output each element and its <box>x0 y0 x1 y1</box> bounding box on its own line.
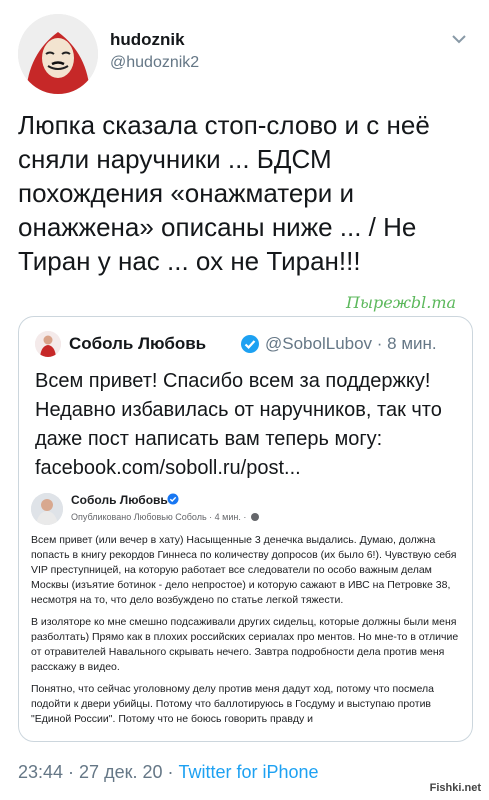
tweet-footer: 23:44 · 27 дек. 20 · Twitter for iPhone <box>18 762 319 783</box>
fb-paragraph: В изоляторе ко мне смешно подсаживали др… <box>31 616 459 673</box>
quoted-avatar <box>35 331 61 357</box>
fb-meta-text: Опубликовано Любовью Соболь · 4 мин. · <box>71 512 247 522</box>
quoted-tweet-header: Соболь Любовь @SobolLubov · 8 мин. <box>35 331 465 357</box>
tweet-text: Люпка сказала стоп-слово и с неё сняли н… <box>18 110 430 276</box>
fb-paragraph: Понятно, что сейчас уголовному делу прот… <box>31 683 434 725</box>
facebook-screenshot: Соболь Любовь Опубликовано Любовью Собол… <box>31 487 461 741</box>
tweet-header: hudoznik @hudoznik2 <box>18 14 478 94</box>
chevron-down-icon[interactable] <box>450 30 468 48</box>
quoted-name: Соболь Любовь <box>69 334 207 353</box>
quoted-text: Всем привет! Спасибо всем за поддержку! … <box>35 370 442 479</box>
user-handle[interactable]: @hudoznik2 <box>110 54 199 72</box>
fb-post-meta: Опубликовано Любовью Соболь · 4 мин. · <box>71 512 259 522</box>
globe-icon <box>250 513 259 521</box>
user-avatar[interactable] <box>18 14 98 94</box>
fb-post-header: Соболь Любовь Опубликовано Любовью Собол… <box>31 493 461 533</box>
quoted-tweet[interactable]: Соболь Любовь @SobolLubov · 8 мин. Всем … <box>18 316 473 742</box>
fb-post-body: Всем привет (или вечер в хату) Насыщенны… <box>31 533 461 734</box>
verified-badge-icon <box>241 335 259 353</box>
fb-avatar <box>31 493 63 525</box>
display-name[interactable]: hudoznik <box>110 30 185 50</box>
tweet-source-link[interactable]: Twitter for iPhone <box>178 762 318 782</box>
fb-paragraph: Всем привет (или вечер в хату) Насыщенны… <box>31 534 457 606</box>
site-logo: Fishki.net <box>429 782 481 794</box>
fb-verified-icon <box>167 493 179 505</box>
fb-author-name: Соболь Любовь <box>71 493 168 507</box>
quoted-handle: @SobolLubov · 8 мин. <box>265 334 437 353</box>
watermark: Пырежbl.ma <box>346 293 457 312</box>
tweet-timestamp[interactable]: 23:44 · 27 дек. 20 · <box>18 762 178 782</box>
